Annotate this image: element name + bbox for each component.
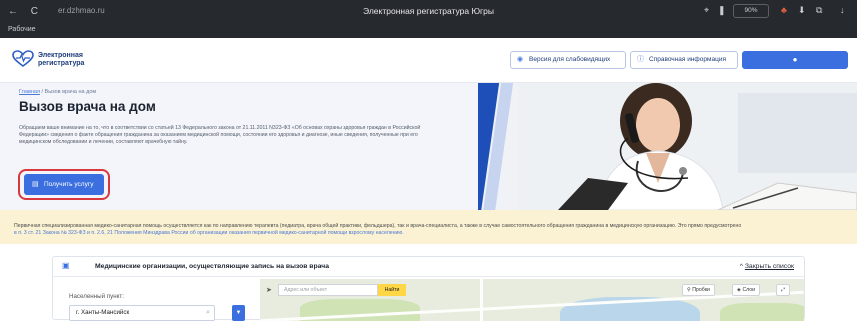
doctor-illustration — [518, 83, 857, 210]
search-icon: ⌕ — [206, 309, 210, 316]
info-icon: ⓘ — [637, 56, 644, 63]
map-find-button[interactable]: Найти — [378, 284, 406, 296]
close-list-label: Закрыть список — [744, 263, 794, 270]
page-description: Обращаем ваше внимание на то, что в соот… — [19, 125, 421, 146]
bookmark-icon[interactable]: ❚ — [718, 5, 726, 16]
download-arrow-icon[interactable]: ↓ — [840, 5, 845, 15]
chevron-down-icon: ▼ — [235, 310, 242, 316]
login-button[interactable]: ● — [742, 51, 848, 69]
logo-heart-icon — [12, 50, 34, 67]
breadcrumb-home-link[interactable]: Главная — [19, 89, 40, 95]
list-icon: ▣ — [62, 261, 70, 270]
map-widget[interactable]: ➤ Адрес или объект Найти ⚲ Пробки ◈ Слои… — [260, 279, 804, 321]
accessible-version-button[interactable]: ◉ Версия для слабовидящих — [510, 51, 626, 69]
window-title: Электронная регистратура Югры — [363, 6, 494, 16]
breadcrumb: Главная / Вызов врача на дом — [19, 89, 96, 95]
notice-banner: Первичная специализированная медико-сани… — [0, 210, 857, 244]
organizations-panel: ▣ Медицинские организации, осуществляющи… — [52, 256, 805, 321]
panel-title: Медицинские организации, осуществляющие … — [95, 263, 329, 270]
settlement-dropdown-button[interactable]: ▼ — [232, 305, 245, 321]
document-icon: ▤ — [32, 181, 39, 188]
map-traffic-button[interactable]: ⚲ Пробки — [682, 284, 715, 296]
notice-text: Первичная специализированная медико-сани… — [14, 223, 742, 229]
bookmarks-folder[interactable]: Рабочие — [8, 26, 36, 33]
browser-chrome: ← C er.dzhmao.ru Электронная регистратур… — [0, 0, 857, 38]
eye-icon: ◉ — [517, 56, 524, 63]
site-header: Электронная регистратура ◉ Версия для сл… — [0, 38, 857, 83]
hero-photo-doctor — [478, 83, 857, 210]
reference-info-label: Справочная информация — [649, 56, 726, 63]
get-service-label: Получить услугу — [44, 181, 94, 188]
settlement-value: г. Ханты-Мансийск — [76, 309, 130, 316]
expand-icon: ⤢ — [781, 287, 786, 293]
map-fullscreen-button[interactable]: ⤢ — [776, 284, 791, 296]
extension-icon[interactable]: ♣ — [781, 5, 787, 15]
reference-info-button[interactable]: ⓘ Справочная информация — [630, 51, 738, 69]
panel-header: ▣ Медицинские организации, осуществляющи… — [53, 257, 804, 277]
map-traffic-label: Пробки — [692, 287, 710, 293]
map-location-icon[interactable]: ➤ — [266, 286, 272, 294]
close-list-link[interactable]: ^ Закрыть список — [740, 263, 794, 270]
downloads-icon[interactable]: ⬇ — [798, 5, 806, 16]
location-icon[interactable]: ⌖ — [704, 5, 709, 16]
settlement-label: Населенный пункт: — [69, 293, 124, 300]
zoom-indicator[interactable]: 90% — [733, 4, 769, 18]
map-search-input[interactable]: Адрес или объект — [278, 284, 378, 296]
page-title: Вызов врача на дом — [19, 99, 156, 114]
map-layers-button[interactable]: ◈ Слои — [732, 284, 761, 296]
accessible-version-label: Версия для слабовидящих — [529, 56, 611, 63]
map-layers-label: Слои — [742, 287, 756, 293]
site-logo[interactable]: Электронная регистратура — [12, 48, 182, 74]
logo-line1: Электронная — [38, 52, 83, 59]
breadcrumb-current: Вызов врача на дом — [44, 89, 97, 95]
get-service-button[interactable]: ▤ Получить услугу — [24, 174, 104, 195]
collections-icon[interactable]: ⧉ — [816, 5, 822, 16]
settlement-select[interactable]: г. Ханты-Мансийск ⌕ — [69, 305, 215, 321]
logo-line2: регистратура — [38, 60, 85, 67]
user-icon: ● — [792, 55, 798, 64]
notice-law-link[interactable]: в п. 3 ст. 21 Закона № 323-ФЗ и п. 2.6, … — [14, 230, 404, 236]
